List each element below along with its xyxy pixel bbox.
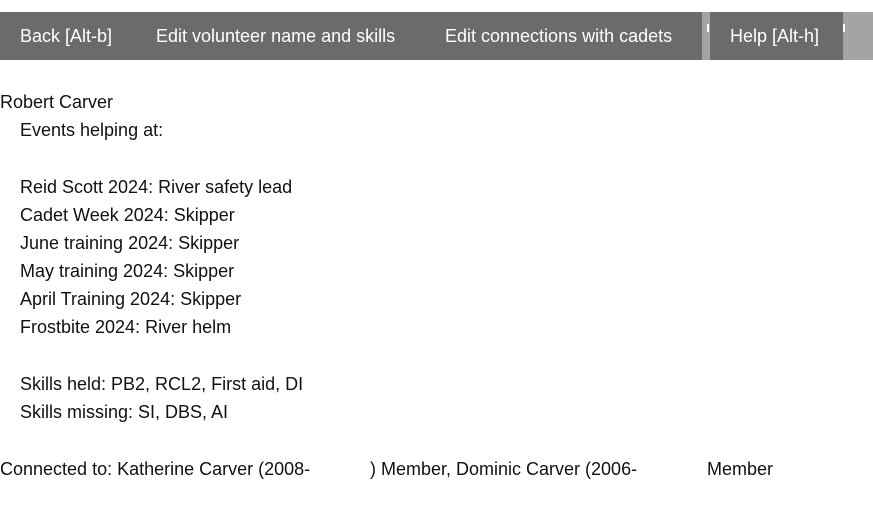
volunteer-name: Robert Carver	[0, 92, 114, 112]
help-button[interactable]: Help [Alt-h]	[710, 12, 843, 60]
skills-missing: Skills missing: SI, DBS, AI	[20, 402, 229, 422]
connections-text-start: Connected to: Katherine Carver (2008-	[0, 459, 311, 479]
events-heading: Events helping at:	[20, 120, 164, 140]
redaction-patch	[648, 456, 704, 482]
help-button-label[interactable]: Help [Alt-h]	[730, 12, 819, 60]
edit-volunteer-button[interactable]: Edit volunteer name and skills	[156, 12, 395, 60]
event-item: Frostbite 2024: River helm	[20, 317, 232, 337]
toolbar-button-group: Back [Alt-b] Edit volunteer name and ski…	[0, 12, 702, 60]
event-item: Cadet Week 2024: Skipper	[20, 205, 235, 225]
event-item: June training 2024: Skipper	[20, 233, 240, 253]
connections-text-middle: ) Member, Dominic Carver (2006-	[370, 459, 638, 479]
event-item: April Training 2024: Skipper	[20, 289, 242, 309]
separator-mark	[707, 24, 709, 32]
edit-connections-button[interactable]: Edit connections with cadets	[445, 12, 672, 60]
top-navigation-bar: Back [Alt-b] Edit volunteer name and ski…	[0, 12, 873, 60]
skills-held: Skills held: PB2, RCL2, First aid, DI	[20, 374, 304, 394]
connections-text-end: Member	[707, 459, 774, 479]
event-item: May training 2024: Skipper	[20, 261, 235, 281]
event-item: Reid Scott 2024: River safety lead	[20, 177, 293, 197]
redaction-patch	[321, 456, 367, 482]
back-button[interactable]: Back [Alt-b]	[20, 12, 112, 60]
separator-mark	[843, 24, 845, 32]
